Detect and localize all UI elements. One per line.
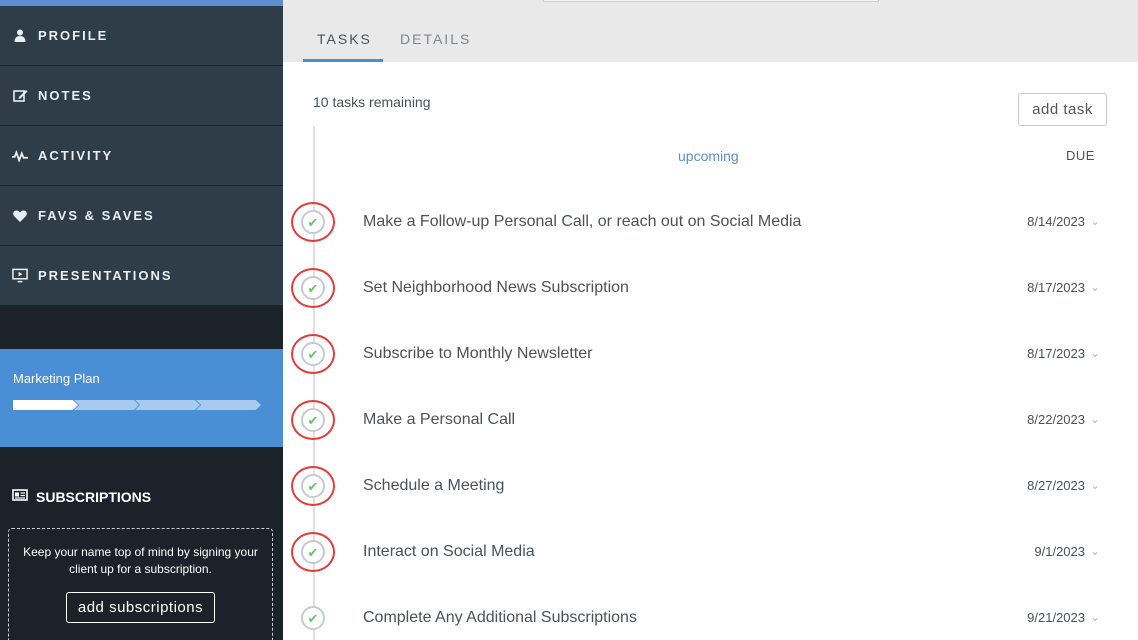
task-title[interactable]: Complete Any Additional Subscriptions [363, 609, 637, 627]
sidebar: PROFILE NOTES ACTIVITY FAVS & SAVES PRES… [0, 0, 283, 640]
check-icon: ✔ [307, 346, 319, 362]
sidebar-item-favs-saves[interactable]: FAVS & SAVES [0, 186, 283, 246]
task-due-date: 8/17/2023 [1027, 280, 1085, 295]
progress-step [135, 400, 200, 410]
task-due-date: 8/27/2023 [1027, 478, 1085, 493]
task-row[interactable]: ✔ Make a Follow-up Personal Call, or reac… [283, 202, 1138, 242]
task-row[interactable]: ✔ Subscribe to Monthly Newsletter 8/17/202… [283, 334, 1138, 374]
tab-tasks[interactable]: TASKS [317, 31, 372, 47]
complete-task-checkbox[interactable]: ✔ [301, 606, 325, 630]
sidebar-item-label: ACTIVITY [38, 148, 114, 163]
complete-task-checkbox[interactable]: ✔ [301, 210, 325, 234]
sidebar-item-label: PRESENTATIONS [38, 268, 173, 283]
check-icon: ✔ [307, 412, 319, 428]
marketing-plan-title: Marketing Plan [13, 371, 100, 386]
presentation-icon [12, 268, 28, 284]
chevron-down-icon[interactable]: ⌄ [1090, 610, 1100, 624]
activity-icon [12, 148, 28, 164]
task-row[interactable]: ✔ Interact on Social Media 9/1/2023 ⌄ [283, 532, 1138, 572]
check-icon: ✔ [307, 544, 319, 560]
task-title[interactable]: Make a Personal Call [363, 411, 515, 429]
complete-task-checkbox[interactable]: ✔ [301, 276, 325, 300]
sidebar-item-label: FAVS & SAVES [38, 208, 155, 223]
chevron-down-icon[interactable]: ⌄ [1090, 544, 1100, 558]
subscriptions-description: Keep your name top of mind by signing yo… [23, 545, 258, 576]
complete-task-checkbox[interactable]: ✔ [301, 540, 325, 564]
sidebar-nav: PROFILE NOTES ACTIVITY FAVS & SAVES PRES… [0, 6, 283, 306]
chevron-down-icon[interactable]: ⌄ [1090, 478, 1100, 492]
main-panel: TASKS DETAILS 10 tasks remaining add tas… [283, 0, 1138, 640]
tab-bar: TASKS DETAILS [283, 0, 1138, 62]
task-due-date: 8/17/2023 [1027, 346, 1085, 361]
sidebar-item-label: NOTES [38, 88, 93, 103]
progress-step [13, 400, 78, 410]
complete-task-checkbox[interactable]: ✔ [301, 408, 325, 432]
complete-task-checkbox[interactable]: ✔ [301, 474, 325, 498]
task-title[interactable]: Set Neighborhood News Subscription [363, 279, 629, 297]
progress-step [196, 400, 261, 410]
complete-task-checkbox[interactable]: ✔ [301, 342, 325, 366]
task-title[interactable]: Interact on Social Media [363, 543, 535, 561]
edit-icon [12, 88, 28, 104]
subscriptions-title: SUBSCRIPTIONS [36, 489, 152, 505]
task-title[interactable]: Subscribe to Monthly Newsletter [363, 345, 592, 363]
task-row[interactable]: ✔ Set Neighborhood News Subscription 8/17/… [283, 268, 1138, 308]
progress-step [74, 400, 139, 410]
sidebar-item-label: PROFILE [38, 28, 109, 43]
task-due-date: 9/21/2023 [1027, 610, 1085, 625]
sidebar-item-profile[interactable]: PROFILE [0, 6, 283, 66]
tasks-remaining-count: 10 tasks remaining [313, 94, 431, 110]
task-row[interactable]: ✔ Schedule a Meeting 8/27/2023 ⌄ [283, 466, 1138, 506]
marketing-plan-card[interactable]: Marketing Plan [0, 349, 283, 447]
active-tab-indicator [303, 59, 383, 62]
check-icon: ✔ [307, 478, 319, 494]
task-title[interactable]: Schedule a Meeting [363, 477, 504, 495]
marketing-plan-progress [13, 400, 261, 410]
add-subscriptions-button[interactable]: add subscriptions [65, 592, 216, 623]
subscriptions-header: SUBSCRIPTIONS [12, 488, 151, 506]
task-row[interactable]: ✔ Make a Personal Call 8/22/2023 ⌄ [283, 400, 1138, 440]
task-row[interactable]: ✔ Complete Any Additional Subscriptions 9/… [283, 598, 1138, 638]
tab-details[interactable]: DETAILS [400, 31, 471, 47]
check-icon: ✔ [307, 610, 319, 626]
task-due-date: 8/22/2023 [1027, 412, 1085, 427]
task-due-date: 8/14/2023 [1027, 214, 1085, 229]
sidebar-item-notes[interactable]: NOTES [0, 66, 283, 126]
chevron-down-icon[interactable]: ⌄ [1090, 280, 1100, 294]
chevron-down-icon[interactable]: ⌄ [1090, 412, 1100, 426]
subscriptions-box: Keep your name top of mind by signing yo… [8, 528, 273, 640]
chevron-down-icon[interactable]: ⌄ [1090, 346, 1100, 360]
due-column-header: DUE [1066, 148, 1095, 163]
upcoming-group-label[interactable]: upcoming [678, 148, 739, 164]
newspaper-icon [12, 488, 28, 506]
user-icon [12, 28, 28, 44]
top-search-box[interactable] [543, 0, 879, 2]
heart-icon [12, 208, 28, 224]
check-icon: ✔ [307, 280, 319, 296]
chevron-down-icon[interactable]: ⌄ [1090, 214, 1100, 228]
check-icon: ✔ [307, 214, 319, 230]
sidebar-item-presentations[interactable]: PRESENTATIONS [0, 246, 283, 306]
sidebar-item-activity[interactable]: ACTIVITY [0, 126, 283, 186]
add-task-button[interactable]: add task [1018, 93, 1107, 126]
task-title[interactable]: Make a Follow-up Personal Call, or reach… [363, 213, 801, 231]
task-due-date: 9/1/2023 [1034, 544, 1085, 559]
